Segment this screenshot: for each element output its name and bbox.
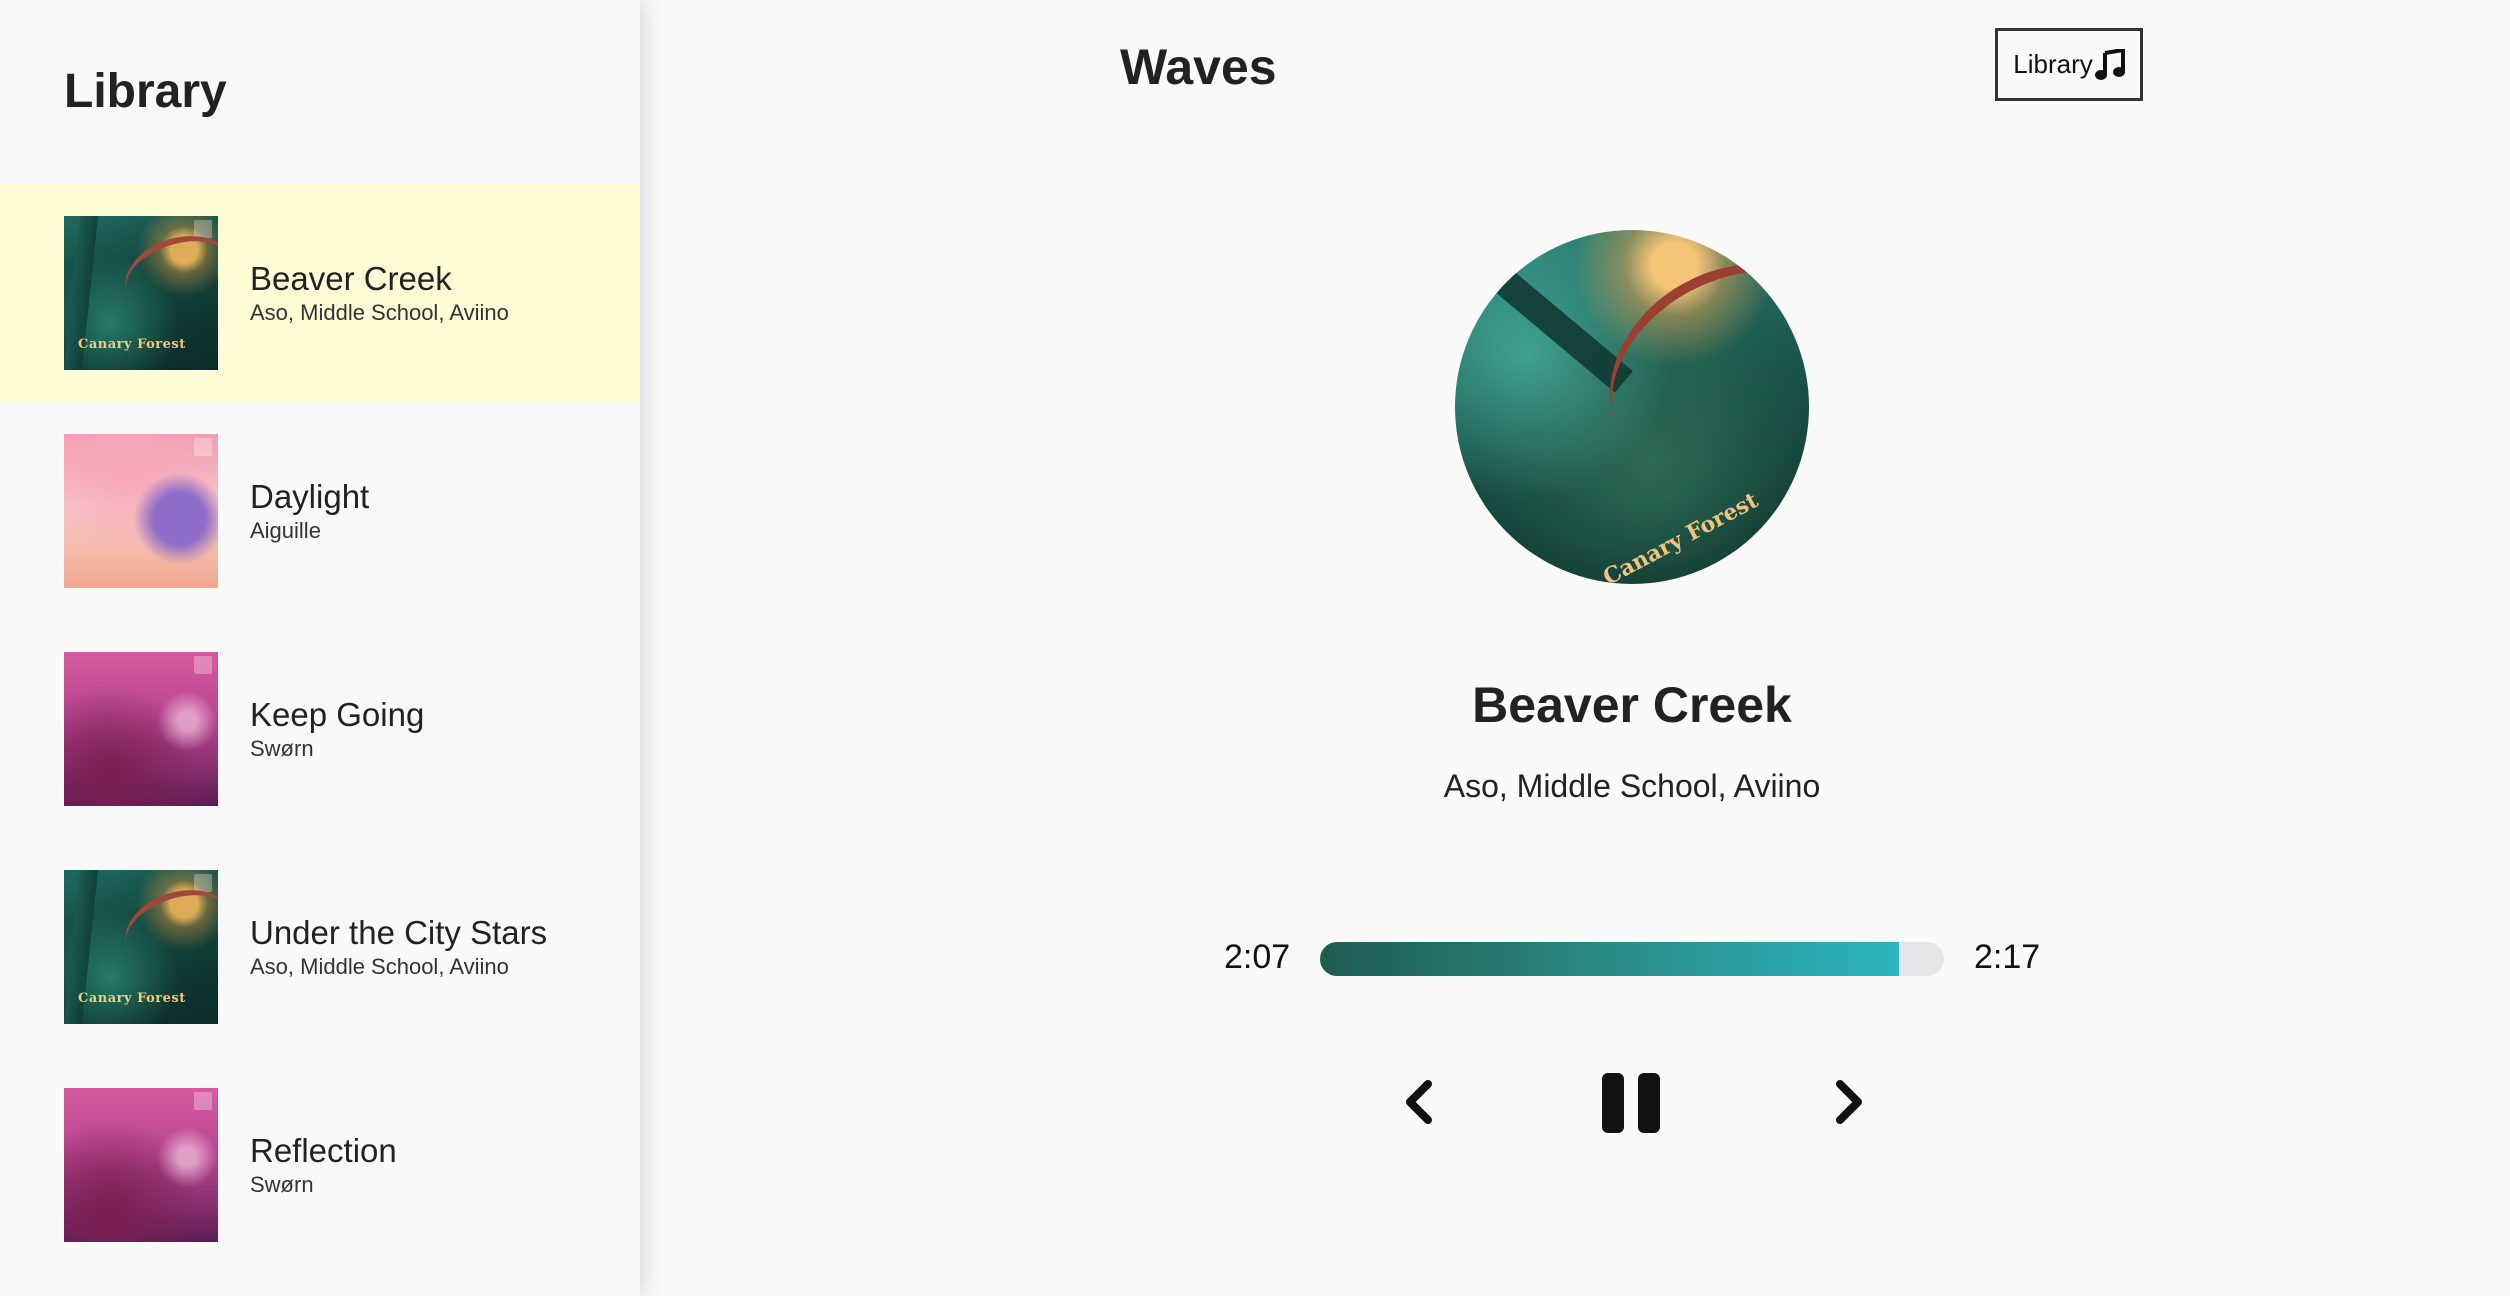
song-list: Canary Forest Beaver Creek Aso, Middle S…: [0, 184, 640, 1274]
play-pause-button[interactable]: [1600, 1072, 1662, 1134]
current-time: 2:07: [1224, 938, 1291, 976]
song-artist: Aso, Middle School, Aviino: [250, 954, 509, 979]
song-item[interactable]: Canary Forest Under the City Stars Aso, …: [0, 838, 640, 1056]
now-playing-title: Beaver Creek: [1472, 677, 1792, 733]
song-title: Keep Going: [250, 696, 425, 733]
song-item[interactable]: Canary Forest Beaver Creek Aso, Middle S…: [0, 184, 640, 402]
song-title: Under the City Stars: [250, 914, 548, 951]
album-cover: [64, 652, 218, 806]
song-title: Reflection: [250, 1132, 397, 1169]
progress-fill: [1320, 942, 1900, 976]
album-cover: [64, 434, 218, 588]
album-cover: Canary Forest: [64, 870, 218, 1024]
progress-bar[interactable]: [1320, 942, 1944, 976]
cover-caption: Canary Forest: [1598, 487, 1763, 584]
music-note-icon: [2094, 48, 2125, 80]
song-title: Beaver Creek: [250, 260, 452, 297]
song-item[interactable]: Keep Going Swørn: [0, 620, 640, 838]
chevron-left-icon: [1406, 1080, 1432, 1124]
cover-caption: Canary Forest: [78, 991, 186, 1006]
song-item[interactable]: Daylight Aiguille: [0, 402, 640, 620]
app-title: Waves: [1120, 39, 1277, 95]
chevron-right-icon: [1836, 1080, 1862, 1124]
song-artist: Swørn: [250, 736, 314, 761]
library-toggle-button[interactable]: Library: [1995, 28, 2143, 101]
now-playing-artist: Aso, Middle School, Aviino: [1443, 768, 1821, 804]
previous-button[interactable]: [1392, 1076, 1444, 1128]
album-cover: Canary Forest: [64, 216, 218, 370]
cover-caption: Canary Forest: [78, 337, 186, 352]
song-artist: Aso, Middle School, Aviino: [250, 300, 509, 325]
total-time: 2:17: [1974, 938, 2041, 976]
next-button[interactable]: [1824, 1076, 1876, 1128]
song-title: Daylight: [250, 478, 370, 515]
album-cover: [64, 1088, 218, 1242]
song-artist: Swørn: [250, 1172, 314, 1197]
library-sidebar: Library Canary Forest Beaver Creek Aso, …: [0, 0, 640, 1296]
pause-icon: [1602, 1073, 1660, 1133]
now-playing-cover: Canary Forest: [1455, 230, 1809, 584]
sidebar-title: Library: [64, 65, 227, 118]
song-artist: Aiguille: [250, 518, 321, 543]
song-item[interactable]: Reflection Swørn: [0, 1056, 640, 1274]
library-button-label: Library: [2013, 49, 2093, 79]
